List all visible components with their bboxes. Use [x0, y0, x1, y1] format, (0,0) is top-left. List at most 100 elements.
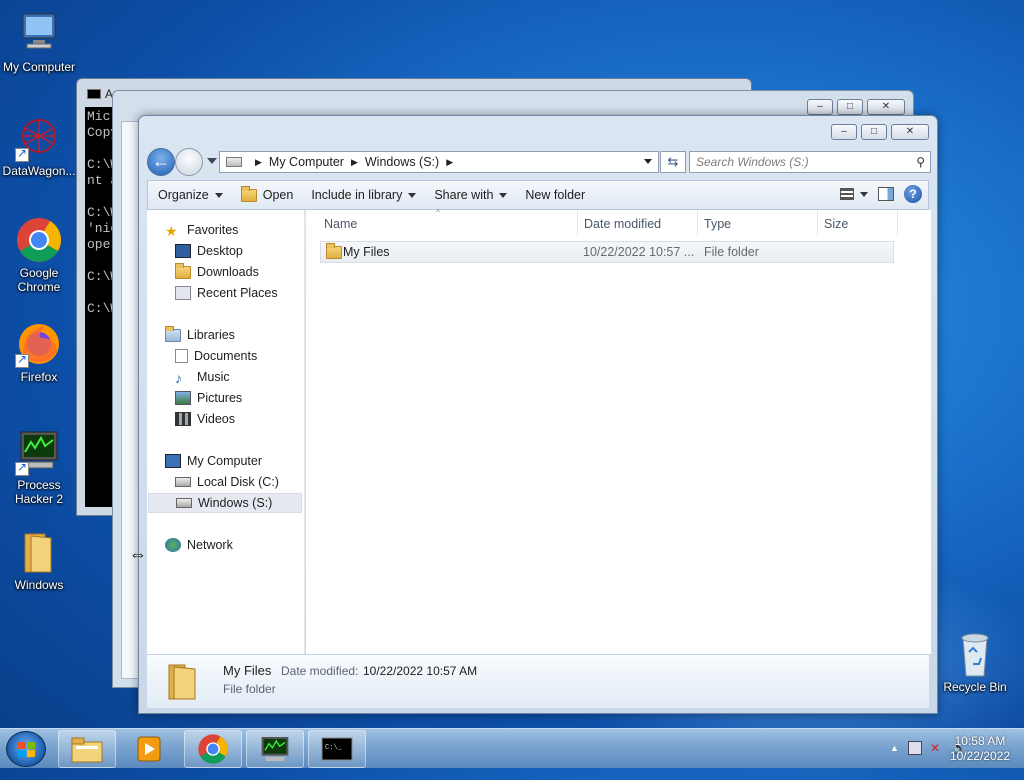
- address-dropdown-icon[interactable]: [644, 159, 652, 164]
- datawagon-icon: [15, 114, 63, 162]
- show-hidden-icons-icon[interactable]: ▲: [890, 743, 899, 753]
- folder-icon: [326, 243, 342, 259]
- recent-places-icon: [175, 286, 191, 300]
- firefox-icon: [15, 320, 63, 368]
- column-header-type[interactable]: Type: [698, 210, 818, 236]
- maximize-button[interactable]: □: [837, 99, 863, 115]
- desktop-icon-datawagon[interactable]: DataWagon...: [0, 114, 78, 178]
- computer-icon: [165, 454, 181, 468]
- preview-pane-button[interactable]: [878, 187, 894, 201]
- minimize-button[interactable]: –: [807, 99, 833, 115]
- network-status-icon[interactable]: [908, 741, 922, 755]
- taskbar-media-player-button[interactable]: [120, 730, 178, 768]
- nav-downloads[interactable]: Downloads: [175, 262, 259, 282]
- desktop-icon-recycle-bin[interactable]: Recycle Bin: [936, 630, 1014, 694]
- desktop-icon-label: Firefox: [20, 370, 58, 384]
- details-type: File folder: [223, 682, 276, 696]
- close-button[interactable]: ✕: [867, 99, 905, 115]
- folder-icon: [240, 185, 257, 202]
- column-header-name[interactable]: Name ^: [316, 208, 578, 236]
- search-input[interactable]: Search Windows (S:) ⚲: [689, 151, 931, 173]
- desktop-icon-label: Google Chrome: [17, 266, 61, 294]
- recent-pages-dropdown[interactable]: [207, 158, 217, 164]
- taskbar-chrome-button[interactable]: [184, 730, 242, 768]
- chevron-right-icon[interactable]: ▶: [255, 157, 262, 168]
- cmd-icon: [87, 89, 101, 99]
- chevron-down-icon: [860, 191, 868, 197]
- maximize-button[interactable]: □: [861, 124, 887, 140]
- forward-button[interactable]: [175, 148, 203, 176]
- chevron-down-icon: [408, 192, 417, 198]
- chevron-right-icon[interactable]: ▶: [351, 157, 358, 168]
- desktop-icon-label: Recycle Bin: [943, 680, 1007, 694]
- open-button[interactable]: Open: [240, 185, 293, 202]
- column-header-date-modified[interactable]: Date modified: [578, 210, 698, 236]
- pictures-icon: [175, 391, 191, 405]
- close-button[interactable]: ✕: [891, 124, 929, 140]
- back-arrow-icon: ←: [152, 151, 170, 171]
- folder-icon: [165, 661, 201, 701]
- organize-button[interactable]: Organize: [158, 188, 223, 202]
- media-player-icon: [137, 736, 161, 762]
- taskbar-explorer-button[interactable]: [58, 730, 116, 768]
- breadcrumb-windows-s[interactable]: Windows (S:): [365, 155, 439, 169]
- desktop-icon-windows-folder[interactable]: Windows: [0, 528, 78, 592]
- help-icon[interactable]: ?: [904, 185, 922, 203]
- system-tray: ▲ ✕ 🔈 10:58 AM 10/22/2022: [834, 729, 1024, 769]
- downloads-icon: [175, 262, 191, 279]
- nav-local-disk-c[interactable]: Local Disk (C:): [175, 472, 279, 492]
- change-view-button[interactable]: [840, 188, 868, 200]
- star-icon: ★: [165, 223, 178, 239]
- desktop-icon-label: Process Hacker 2: [14, 478, 64, 506]
- details-date-value: 10/22/2022 10:57 AM: [363, 664, 478, 678]
- action-center-icon[interactable]: ✕: [930, 741, 940, 755]
- nav-libraries[interactable]: Libraries: [165, 325, 235, 345]
- desktop-icon-firefox[interactable]: Firefox: [0, 320, 78, 384]
- nav-recent-places[interactable]: Recent Places: [175, 283, 278, 303]
- nav-favorites[interactable]: ★ Favorites: [165, 220, 238, 240]
- desktop-icon: [175, 244, 191, 258]
- process-hacker-icon: [15, 428, 63, 476]
- chevron-down-icon: [499, 192, 508, 198]
- nav-documents[interactable]: Documents: [175, 346, 257, 366]
- back-button[interactable]: ←: [147, 148, 175, 176]
- nav-music[interactable]: ♪ Music: [175, 367, 230, 387]
- new-folder-button[interactable]: New folder: [525, 188, 585, 202]
- recycle-bin-icon: [951, 630, 999, 678]
- nav-network[interactable]: Network: [165, 535, 233, 555]
- windows-logo-icon: [18, 742, 36, 758]
- explorer-window[interactable]: – □ ✕ ← ▶ My Computer ▶ Windows (S:) ▶ ⇆…: [138, 115, 938, 714]
- cmd-icon: C:\_: [321, 737, 353, 761]
- nav-my-computer[interactable]: My Computer: [165, 451, 262, 471]
- desktop-icon-chrome[interactable]: Google Chrome: [0, 216, 78, 294]
- shortcut-arrow-icon: [15, 146, 29, 162]
- start-button[interactable]: [6, 731, 46, 767]
- desktop-icon-my-computer[interactable]: My Computer: [0, 10, 78, 74]
- nav-desktop[interactable]: Desktop: [175, 241, 243, 261]
- videos-icon: [175, 412, 191, 426]
- file-name: My Files: [343, 245, 390, 259]
- clock[interactable]: 10:58 AM 10/22/2022: [950, 734, 1010, 764]
- taskbar-process-hacker-button[interactable]: [246, 730, 304, 768]
- libraries-icon: [165, 325, 181, 342]
- share-with-button[interactable]: Share with: [434, 188, 508, 202]
- chevron-right-icon[interactable]: ▶: [446, 157, 453, 168]
- nav-videos[interactable]: Videos: [175, 409, 235, 429]
- refresh-icon: ⇆: [667, 154, 679, 169]
- folder-icon: [15, 528, 63, 576]
- column-header-size[interactable]: Size: [818, 210, 898, 236]
- nav-pictures[interactable]: Pictures: [175, 388, 242, 408]
- breadcrumb-my-computer[interactable]: My Computer: [269, 155, 344, 169]
- refresh-button[interactable]: ⇆: [660, 151, 686, 173]
- sort-ascending-icon: ^: [436, 208, 440, 217]
- address-bar[interactable]: ▶ My Computer ▶ Windows (S:) ▶: [219, 151, 659, 173]
- taskbar-cmd-button[interactable]: C:\_: [308, 730, 366, 768]
- nav-windows-s[interactable]: Windows (S:): [148, 493, 302, 513]
- search-icon[interactable]: ⚲: [916, 155, 925, 169]
- minimize-button[interactable]: –: [831, 124, 857, 140]
- table-row[interactable]: My Files 10/22/2022 10:57 ... File folde…: [320, 241, 894, 263]
- include-in-library-button[interactable]: Include in library: [311, 188, 417, 202]
- file-list: Name ^ Date modified Type Size My Files 1…: [306, 208, 931, 654]
- command-bar: Organize Open Include in library Share w…: [147, 180, 929, 210]
- desktop-icon-process-hacker[interactable]: Process Hacker 2: [0, 428, 78, 506]
